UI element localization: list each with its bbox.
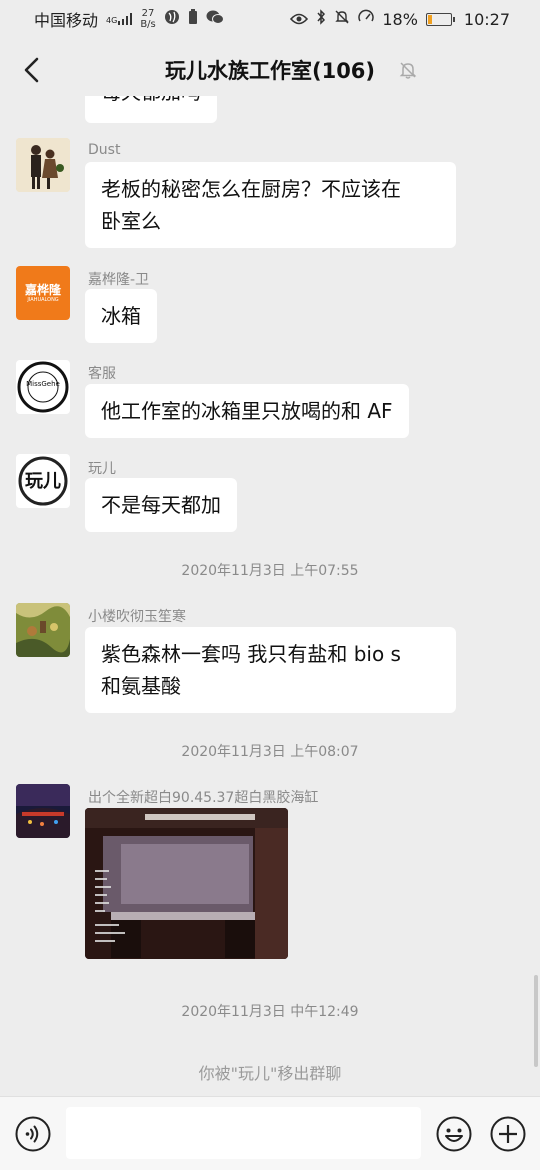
status-bar: 中国移动 4G 27 B/s 18% 10:27 xyxy=(0,0,540,38)
chevron-left-icon xyxy=(24,57,39,83)
image-message[interactable] xyxy=(85,808,288,959)
eye-icon xyxy=(290,10,309,29)
message-text: 不是每天都加 xyxy=(101,493,221,517)
message-bubble[interactable]: 紫色森林一套吗 我只有盐和 bio s 和氨基酸 xyxy=(85,627,456,713)
scrollbar[interactable] xyxy=(534,975,538,1067)
system-message: 你被"玩儿"移出群聊 xyxy=(198,1064,342,1083)
signal-icon: 4G xyxy=(106,13,133,25)
voice-button[interactable] xyxy=(15,1116,51,1152)
message-text-line: 紫色森林一套吗 我只有盐和 bio s xyxy=(101,642,401,666)
battery-percent: 18% xyxy=(382,9,418,29)
message-bubble[interactable]: 冰箱 xyxy=(85,289,157,343)
sender-name: 嘉桦隆-卫 xyxy=(88,272,150,288)
input-bar xyxy=(0,1096,540,1170)
avatar-brand-subtext: JIAHUALONG xyxy=(27,296,59,303)
avatar[interactable] xyxy=(16,603,70,657)
avatar[interactable]: 嘉桦隆 JIAHUALONG xyxy=(16,266,70,320)
sender-name: 玩儿 xyxy=(88,461,116,477)
chat-header: 玩儿水族工作室(106) xyxy=(0,38,540,102)
emoji-button[interactable] xyxy=(436,1116,472,1152)
message-text: 他工作室的冰箱里只放喝的和 AF xyxy=(101,399,393,423)
battery-icon xyxy=(425,12,455,26)
chat-title[interactable]: 玩儿水族工作室(106) xyxy=(165,55,375,85)
message-text: 冰箱 xyxy=(101,304,141,328)
avatar[interactable]: 玩儿 xyxy=(16,454,70,508)
bluetooth-icon xyxy=(316,9,326,29)
speedometer-icon xyxy=(358,9,375,29)
speed-unit: B/s xyxy=(140,19,156,30)
sender-name: 客服 xyxy=(88,366,116,382)
bell-off-status-icon xyxy=(334,9,350,29)
notification-battery-icon xyxy=(188,9,198,29)
message-text: 每天都加吗 xyxy=(101,96,201,108)
avatar[interactable] xyxy=(16,138,70,192)
avatar[interactable] xyxy=(16,784,70,838)
message-bubble[interactable]: 不是每天都加 xyxy=(85,478,237,532)
carrier-label: 中国移动 xyxy=(34,11,99,30)
message-text-line: 卧室么 xyxy=(101,209,161,233)
message-list[interactable]: 每天都加吗 Dust 老板的秘密怎么在厨房？不应该在 卧室么 嘉桦隆 JIAHU… xyxy=(0,96,540,1096)
message-text-line: 和氨基酸 xyxy=(101,674,181,698)
message-input[interactable] xyxy=(66,1107,421,1159)
clock: 10:27 xyxy=(463,9,510,29)
avatar-brand-text: MissGehe xyxy=(26,380,60,388)
message-bubble[interactable]: 老板的秘密怎么在厨房？不应该在 卧室么 xyxy=(85,162,456,248)
emoji-icon xyxy=(436,1116,472,1152)
timestamp: 2020年11月3日 上午08:07 xyxy=(181,744,359,760)
avatar-brand-text: 嘉桦隆 xyxy=(24,282,61,297)
timestamp: 2020年11月3日 上午07:55 xyxy=(181,563,359,579)
back-button[interactable] xyxy=(16,52,48,88)
message-text-line: 老板的秘密怎么在厨房？不应该在 xyxy=(101,177,401,201)
sender-name: 小楼吹彻玉笙寒 xyxy=(88,609,186,625)
sender-name: Dust xyxy=(88,142,121,158)
network-speed: 27 B/s xyxy=(140,8,155,30)
bell-off-icon xyxy=(399,62,417,79)
battery-fill xyxy=(427,14,433,24)
network-label: 4G xyxy=(106,16,118,25)
speed-value: 27 xyxy=(141,8,155,19)
voice-icon xyxy=(15,1116,51,1152)
timestamp: 2020年11月3日 中午12:49 xyxy=(181,1004,359,1020)
avatar[interactable]: MissGehe xyxy=(16,360,70,414)
avatar-brand-text: 玩儿 xyxy=(25,471,61,492)
message-bubble[interactable]: 每天都加吗 xyxy=(85,96,217,123)
message-bubble[interactable]: 他工作室的冰箱里只放喝的和 AF xyxy=(85,384,409,438)
globe-icon xyxy=(164,9,180,29)
more-button[interactable] xyxy=(490,1116,526,1152)
wechat-icon xyxy=(206,9,224,29)
sender-name: 出个全新超白90.45.37超白黑胶海缸 xyxy=(88,790,319,806)
plus-icon xyxy=(490,1116,526,1152)
